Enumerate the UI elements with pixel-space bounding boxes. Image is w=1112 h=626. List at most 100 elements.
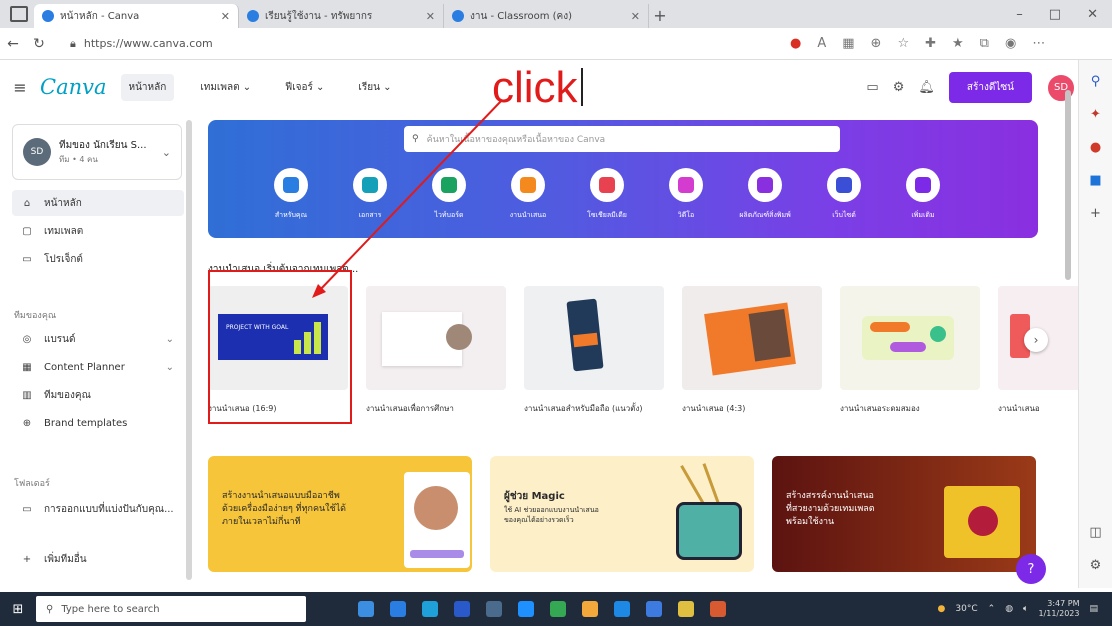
browser-tab-classroom[interactable]: งาน - Classroom (คง) ✕: [444, 4, 649, 28]
extension-icon[interactable]: ●: [790, 36, 801, 51]
nav-learn[interactable]: เรียน ⌄: [350, 74, 399, 101]
category-shortcut[interactable]: เอกสาร: [345, 168, 395, 221]
canva-logo[interactable]: Canva: [40, 75, 107, 99]
close-tab-icon[interactable]: ✕: [631, 10, 640, 23]
sidebar-item-projects[interactable]: ▭ โปรเจ็กต์: [12, 246, 184, 272]
taskbar-app-icon[interactable]: [486, 601, 502, 617]
promo-banner-magic[interactable]: ผู้ช่วย Magic ใช้ AI ช่วยออกแบบงานนำเสนอ…: [490, 456, 754, 572]
browser-tab-canva[interactable]: หน้าหลัก - Canva ✕: [34, 4, 239, 28]
network-icon[interactable]: ◍: [1005, 604, 1013, 614]
sidebar-item-home[interactable]: ⌂ หน้าหลัก: [12, 190, 184, 216]
minimize-button[interactable]: –: [1016, 7, 1023, 22]
add-icon[interactable]: +: [1090, 206, 1101, 221]
team-switcher[interactable]: SD ทีมของ นักเรียน S... ทีม • 4 คน ⌄: [12, 124, 182, 180]
url-field[interactable]: 🔒︎ https://www.canva.com: [60, 32, 780, 56]
split-view-icon[interactable]: ◫: [1089, 525, 1101, 540]
taskbar-app-icon[interactable]: [614, 601, 630, 617]
taskbar-app-icon[interactable]: [678, 601, 694, 617]
template-card-mobile[interactable]: งานนำเสนอสำหรับมือถือ (แนวตั้ง): [524, 286, 664, 415]
collections-icon[interactable]: ⧉: [980, 36, 989, 51]
help-button[interactable]: ?: [1016, 554, 1046, 584]
taskbar-app-icon[interactable]: [422, 601, 438, 617]
taskbar-app-icon[interactable]: [454, 601, 470, 617]
sidebar-item-templates[interactable]: ▢ เทมเพลต: [12, 218, 184, 244]
zoom-icon[interactable]: ⊕: [871, 36, 882, 51]
close-tab-icon[interactable]: ✕: [221, 10, 230, 23]
sidebar-scrollbar[interactable]: [186, 120, 192, 580]
category-glyph: [757, 177, 773, 193]
category-shortcut[interactable]: ผลิตภัณฑ์สิ่งพิมพ์: [739, 168, 791, 221]
category-shortcut[interactable]: วิดีโอ: [661, 168, 711, 221]
sidebar-add-team[interactable]: + เพิ่มทีมอื่น: [12, 546, 184, 572]
bookmark-star-icon[interactable]: ☆: [897, 36, 909, 51]
taskbar-app-icon[interactable]: [582, 601, 598, 617]
template-card-education[interactable]: งานนำเสนอเพื่อการศึกษา: [366, 286, 506, 415]
nav-home[interactable]: หน้าหลัก: [120, 73, 175, 101]
grid-icon[interactable]: ▦: [842, 36, 854, 51]
close-window-button[interactable]: ✕: [1087, 7, 1098, 22]
category-shortcut[interactable]: สำหรับคุณ: [266, 168, 316, 221]
profile-icon[interactable]: ◉: [1005, 36, 1016, 51]
taskbar-app-icon[interactable]: [390, 601, 406, 617]
category-shortcut[interactable]: ไวท์บอร์ด: [424, 168, 474, 221]
main-scrollbar[interactable]: [1064, 80, 1072, 586]
taskbar-apps: [358, 601, 726, 617]
category-label: งานนำเสนอ: [509, 211, 547, 219]
sidebar-item-team[interactable]: ▥ ทีมของคุณ: [12, 382, 184, 408]
read-aloud-icon[interactable]: A: [817, 36, 826, 51]
search-icon[interactable]: ⚲: [1091, 74, 1101, 89]
notification-center-icon[interactable]: ▤: [1089, 604, 1098, 614]
favorites-icon[interactable]: ★: [952, 36, 964, 51]
new-tab-button[interactable]: +: [649, 6, 671, 28]
weather-text[interactable]: 30°C: [955, 604, 977, 614]
clock[interactable]: 3:47 PM 1/11/2023: [1038, 599, 1079, 620]
close-tab-icon[interactable]: ✕: [426, 10, 435, 23]
notification-bell-icon[interactable]: 🔔︎: [918, 80, 935, 95]
menu-icon[interactable]: ≡: [0, 78, 40, 97]
taskbar-app-icon[interactable]: [646, 601, 662, 617]
search-input[interactable]: ⚲ ค้นหาในเนื้อหาของคุณหรือเนื้อหาของ Can…: [404, 126, 840, 152]
tray-chevron-icon[interactable]: ⌃: [988, 604, 996, 614]
category-shortcut[interactable]: โซเชียลมีเดีย: [582, 168, 632, 221]
category-shortcut[interactable]: เพิ่มเติม: [898, 168, 948, 221]
tab-actions-icon[interactable]: [10, 6, 28, 22]
desktop-icon[interactable]: ▭: [866, 80, 878, 95]
sidebar-item-brand-templates[interactable]: ⊕ Brand templates: [12, 410, 184, 436]
more-icon[interactable]: ⋯: [1032, 36, 1045, 51]
template-card-brainstorm[interactable]: งานนำเสนอระดมสมอง: [840, 286, 980, 415]
outlook-icon[interactable]: ■: [1089, 173, 1101, 188]
taskbar-search[interactable]: ⚲ Type here to search: [36, 596, 306, 622]
taskbar-app-icon[interactable]: [518, 601, 534, 617]
create-design-button[interactable]: สร้างดีไซน์: [948, 72, 1032, 103]
back-icon[interactable]: ←: [0, 36, 26, 52]
category-label: โซเชียลมีเดีย: [587, 211, 627, 219]
taskbar-app-icon[interactable]: [358, 601, 374, 617]
sidebar-item-content-planner[interactable]: ▦ Content Planner ⌄: [12, 354, 184, 380]
category-shortcut[interactable]: เว็บไซต์: [819, 168, 869, 221]
browser-tab-resources[interactable]: เรียนรู้ใช้งาน - ทรัพยากร ✕: [239, 4, 444, 28]
carousel-next-button[interactable]: ›: [1024, 328, 1048, 352]
sidebar-section-folders: โฟลเดอร์: [14, 479, 50, 489]
maximize-button[interactable]: □: [1049, 7, 1061, 22]
template-card-4-3[interactable]: งานนำเสนอ (4:3): [682, 286, 822, 415]
office-icon[interactable]: ●: [1090, 140, 1101, 155]
volume-icon[interactable]: 🔈︎: [1023, 604, 1028, 614]
tools-icon[interactable]: ✦: [1090, 107, 1101, 122]
scrollbar-thumb[interactable]: [1065, 90, 1071, 280]
category-label: เพิ่มเติม: [911, 211, 935, 219]
taskbar-app-icon[interactable]: [550, 601, 566, 617]
refresh-icon[interactable]: ↻: [26, 36, 52, 52]
puzzle-icon[interactable]: ✚: [925, 36, 936, 51]
settings-icon[interactable]: ⚙: [1090, 558, 1102, 573]
settings-icon[interactable]: ⚙: [893, 80, 905, 95]
category-shortcut[interactable]: งานนำเสนอ: [503, 168, 553, 221]
promo-banner-create[interactable]: สร้างสรรค์งานนำเสนอ ที่สวยงามด้วยเทมเพลต…: [772, 456, 1036, 572]
windows-start-icon[interactable]: ⊞: [0, 602, 36, 617]
sidebar-item-shared-folder[interactable]: ▭ การออกแบบที่แบ่งปันกับคุณ...: [12, 496, 184, 522]
promo-banner-presentation[interactable]: สร้างงานนำเสนอแบบมืออาชีพ ด้วยเครื่องมือ…: [208, 456, 472, 572]
nav-features[interactable]: ฟีเจอร์ ⌄: [277, 74, 332, 101]
sidebar-item-brand[interactable]: ◎ แบรนด์ ⌄: [12, 326, 184, 352]
sidebar-item-label: Content Planner: [44, 361, 125, 373]
nav-templates[interactable]: เทมเพลต ⌄: [192, 74, 259, 101]
taskbar-app-icon[interactable]: [710, 601, 726, 617]
